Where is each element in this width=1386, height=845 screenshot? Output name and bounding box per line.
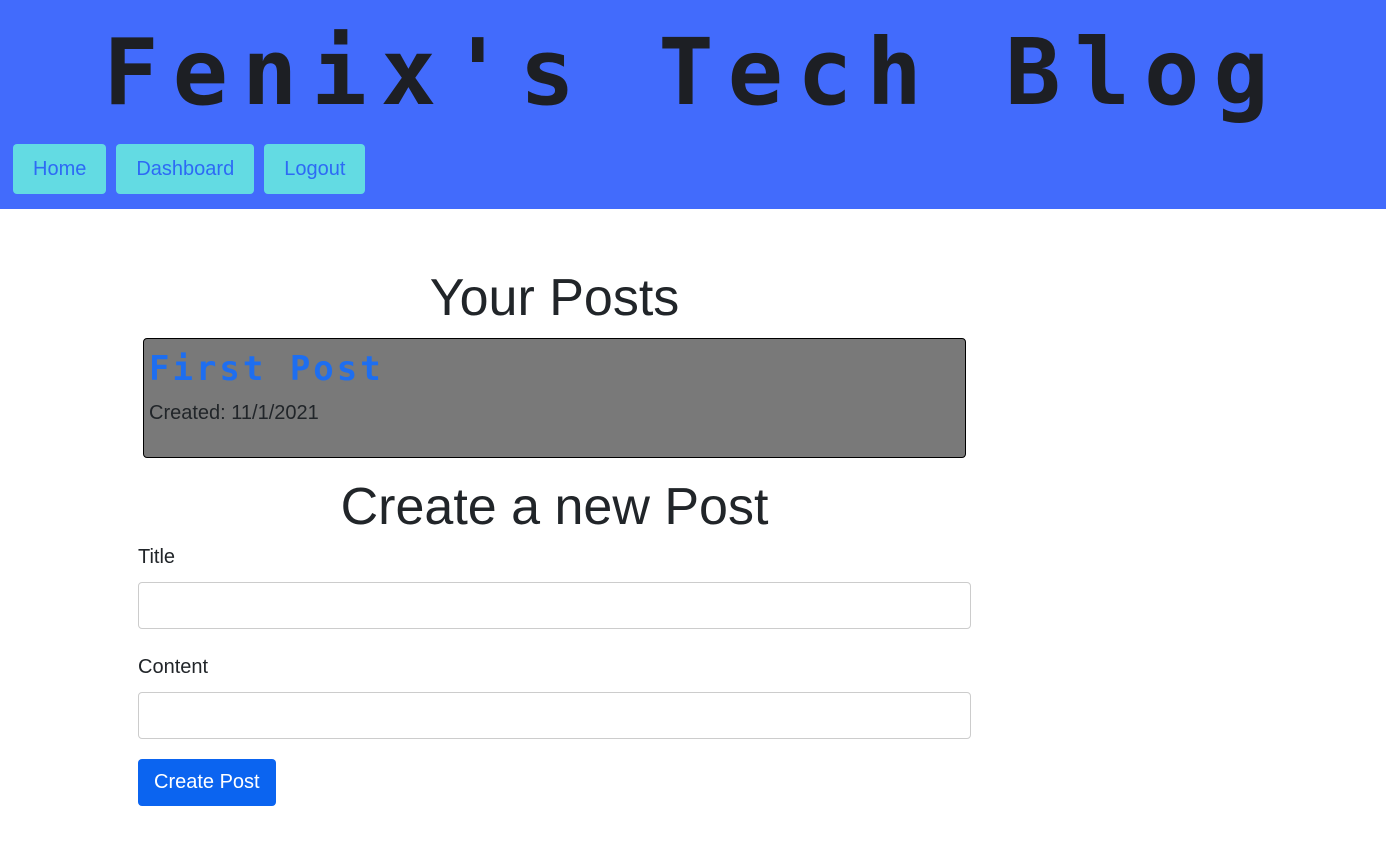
create-post-button[interactable]: Create Post (138, 759, 276, 806)
content-input[interactable] (138, 692, 971, 739)
title-label: Title (138, 546, 176, 568)
create-post-heading: Create a new Post (340, 478, 769, 536)
post-card[interactable]: First Post Created: 11/1/2021 (143, 338, 966, 458)
post-title[interactable]: First Post (149, 345, 960, 393)
site-title: Fenix's Tech Blog (103, 19, 1283, 126)
title-input[interactable] (138, 582, 971, 629)
nav-home-button[interactable]: Home (13, 144, 107, 194)
main-nav: Home Dashboard Logout (13, 144, 366, 194)
content-label: Content (138, 656, 209, 678)
nav-dashboard-button[interactable]: Dashboard (116, 144, 255, 194)
nav-logout-button[interactable]: Logout (264, 144, 366, 194)
site-header: Fenix's Tech Blog Home Dashboard Logout (0, 0, 1386, 209)
your-posts-heading: Your Posts (429, 269, 680, 327)
dashboard-main: Your Posts First Post Created: 11/1/2021… (138, 260, 971, 806)
post-created-date: Created: 11/1/2021 (149, 402, 319, 424)
create-post-form: Title Content Create Post (138, 542, 971, 806)
